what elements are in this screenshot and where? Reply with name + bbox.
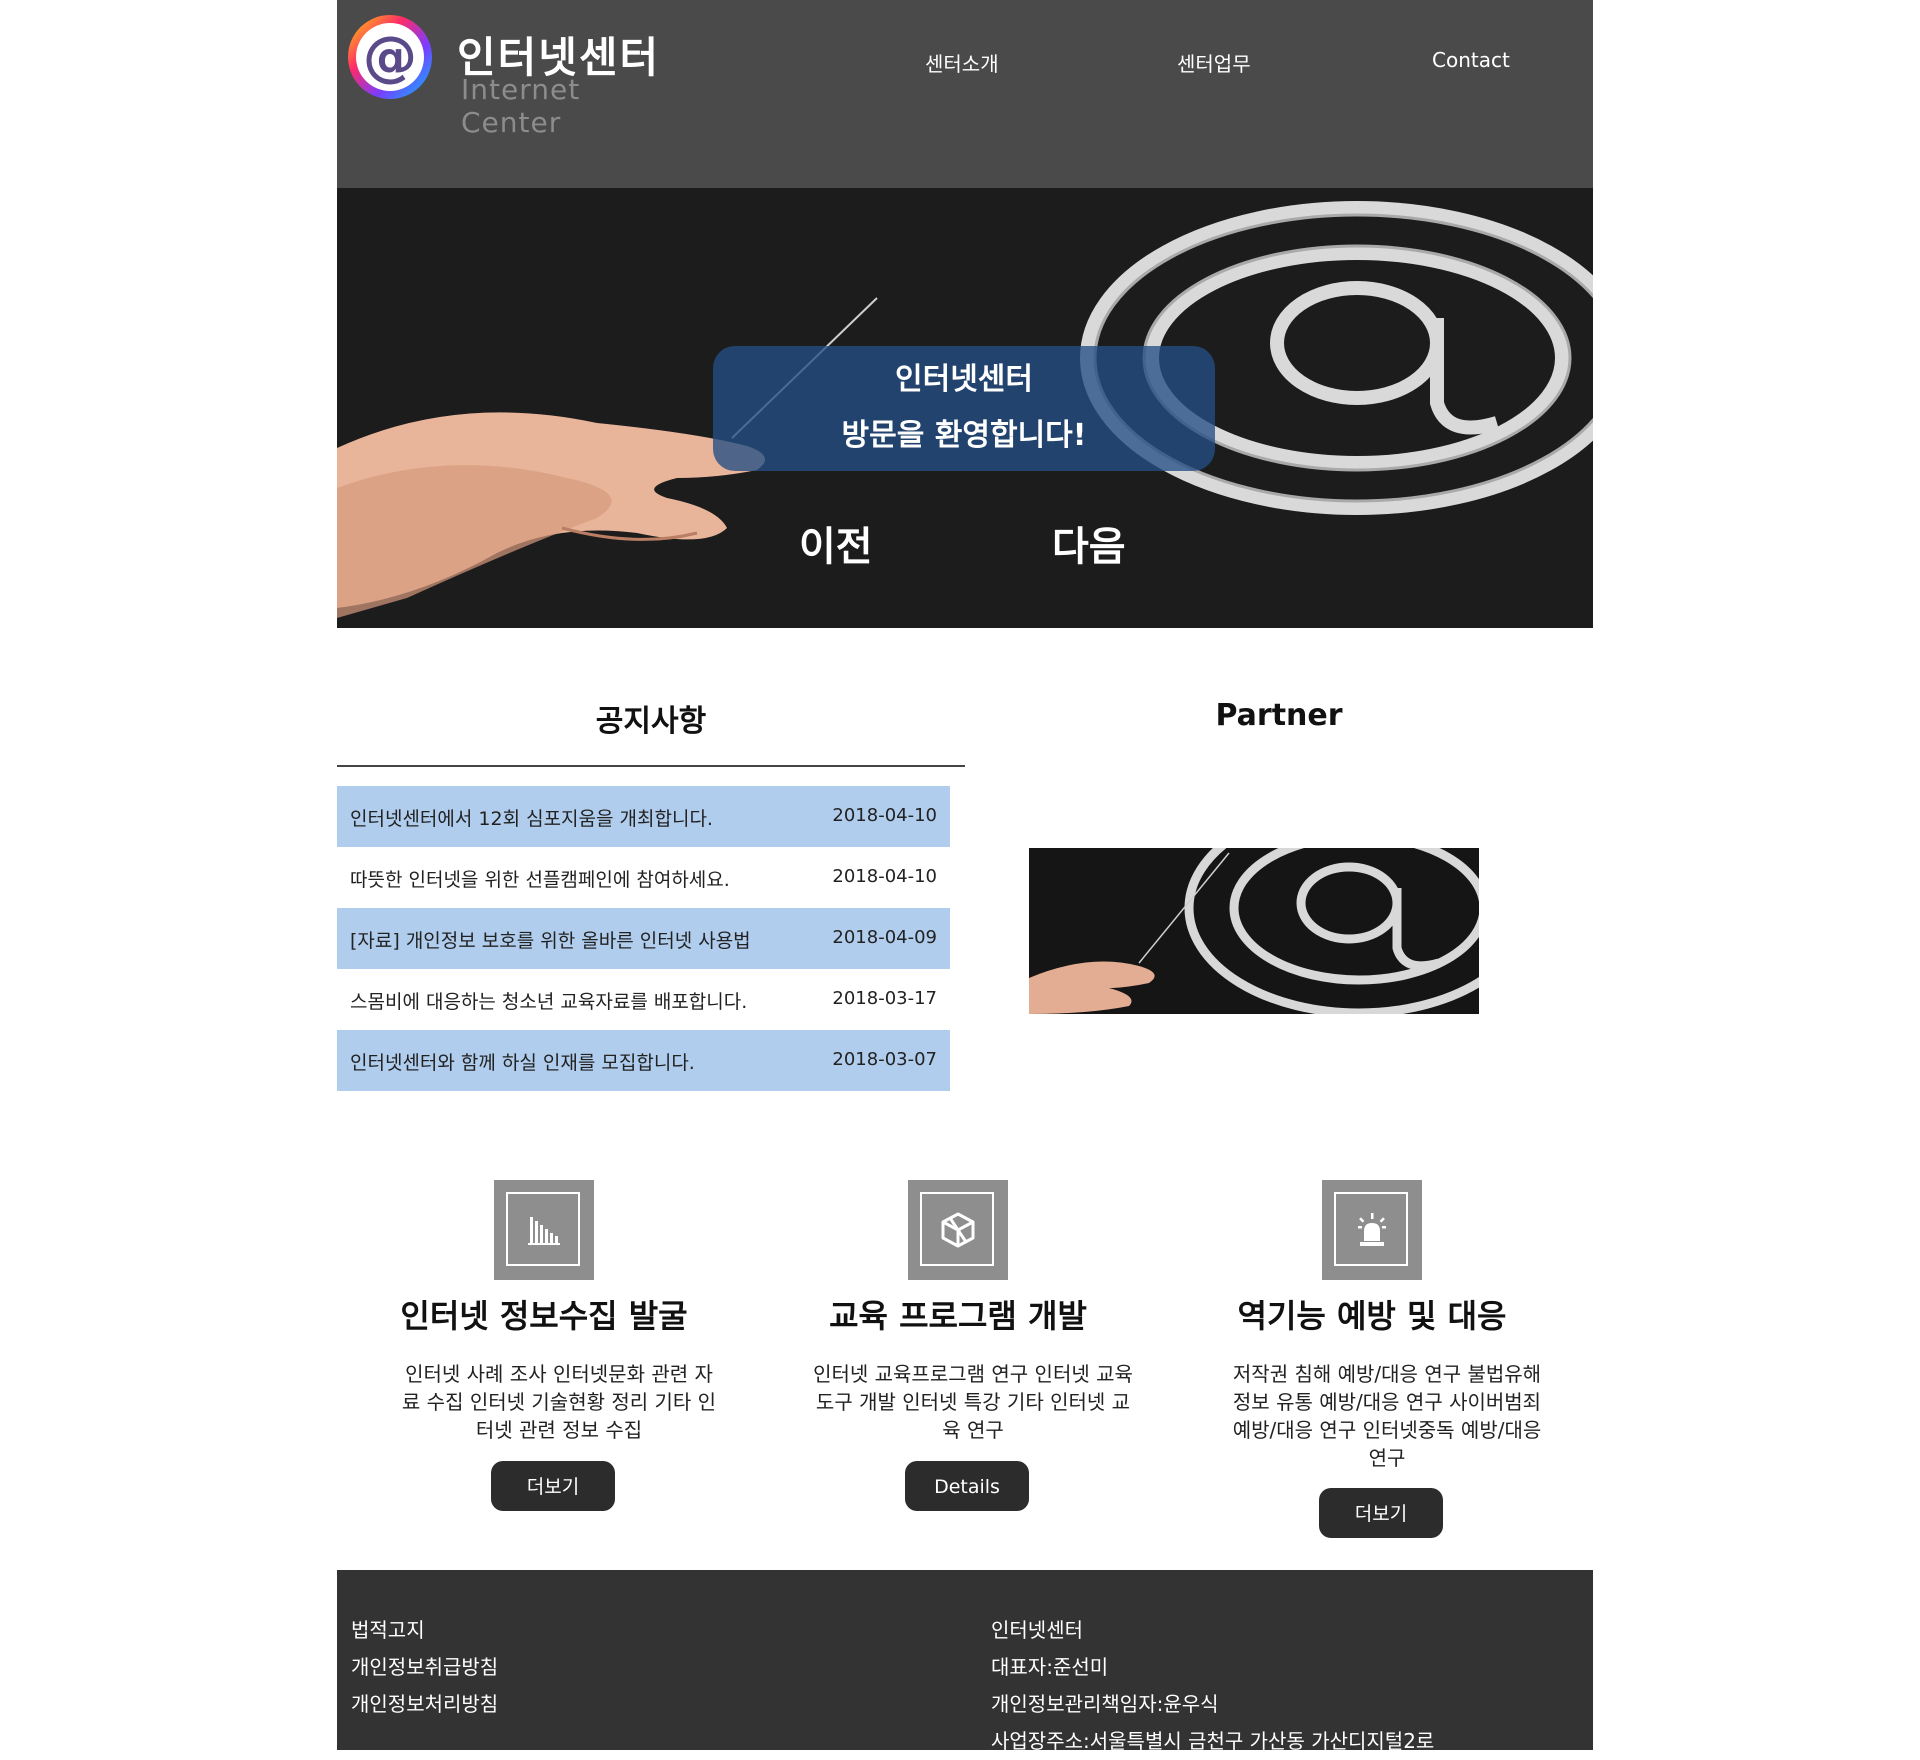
feature-title: 인터넷 정보수집 발굴 bbox=[400, 1297, 688, 1335]
nav-contact[interactable]: Contact bbox=[1432, 48, 1510, 72]
notice-list: 인터넷센터에서 12회 심포지움을 개최합니다. 2018-04-10 따뜻한 … bbox=[337, 786, 950, 1091]
notice-item[interactable]: 스몸비에 대응하는 청소년 교육자료를 배포합니다. 2018-03-17 bbox=[337, 969, 950, 1030]
partner-image[interactable] bbox=[1029, 848, 1479, 1014]
feature-description: 인터넷 교육프로그램 연구 인터넷 교육도구 개발 인터넷 특강 기타 인터넷 … bbox=[813, 1362, 1133, 1442]
notice-item-title: [자료] 개인정보 보호를 위한 올바른 인터넷 사용법 bbox=[350, 930, 751, 952]
notice-item-date: 2018-04-09 bbox=[832, 927, 937, 948]
notice-item[interactable]: [자료] 개인정보 보호를 위한 올바른 인터넷 사용법 2018-04-09 bbox=[337, 908, 950, 969]
hero-next-button[interactable]: 다음 bbox=[1052, 514, 1126, 572]
hero-subtitle: 방문을 환영합니다! bbox=[841, 418, 1087, 453]
notice-divider bbox=[337, 765, 965, 767]
footer-address: 사업장주소:서울특별시 금천구 가산동 가산디지털2로 bbox=[991, 1729, 1435, 1753]
site-footer: 법적고지 개인정보취급방침 개인정보처리방침 인터넷센터 대표자:준선미 개인정… bbox=[337, 1570, 1593, 1753]
footer-link-legal[interactable]: 법적고지 bbox=[351, 1612, 498, 1649]
footer-link-privacy-handling[interactable]: 개인정보취급방침 bbox=[351, 1649, 498, 1686]
partner-heading: Partner bbox=[1215, 698, 1343, 733]
notice-item-date: 2018-03-07 bbox=[832, 1049, 937, 1070]
hero-slider: 인터넷센터 방문을 환영합니다! 이전 다음 bbox=[337, 188, 1593, 628]
bar-chart-icon bbox=[528, 1217, 560, 1245]
svg-text:@: @ bbox=[363, 25, 417, 88]
at-sign-logo-icon: @ bbox=[348, 15, 432, 99]
hero-prev-button[interactable]: 이전 bbox=[799, 514, 873, 572]
more-button[interactable]: 더보기 bbox=[1319, 1488, 1443, 1538]
alarm-light-icon bbox=[1358, 1213, 1386, 1246]
notice-item-date: 2018-04-10 bbox=[832, 866, 937, 887]
footer-privacy-officer: 개인정보관리책임자:윤우식 bbox=[991, 1692, 1219, 1716]
feature-description: 저작권 침해 예방/대응 연구 불법유해정보 유통 예방/대응 연구 사이버범죄… bbox=[1232, 1362, 1542, 1470]
notice-item-title: 따뜻한 인터넷을 위한 선플캠페인에 참여하세요. bbox=[350, 869, 730, 891]
feature-title: 역기능 예방 및 대응 bbox=[1237, 1297, 1507, 1335]
notice-item[interactable]: 인터넷센터와 함께 하실 인재를 모집합니다. 2018-03-07 bbox=[337, 1030, 950, 1091]
notice-item[interactable]: 인터넷센터에서 12회 심포지움을 개최합니다. 2018-04-10 bbox=[337, 786, 950, 847]
nav-center-work[interactable]: 센터업무 bbox=[1177, 48, 1251, 77]
notice-item-title: 스몸비에 대응하는 청소년 교육자료를 배포합니다. bbox=[350, 991, 748, 1013]
nav-center-intro[interactable]: 센터소개 bbox=[925, 48, 999, 77]
notice-item-title: 인터넷센터에서 12회 심포지움을 개최합니다. bbox=[350, 808, 713, 830]
footer-info: 인터넷센터 대표자:준선미 개인정보관리책임자:윤우식 사업장주소:서울특별시 … bbox=[991, 1612, 1434, 1760]
hero-welcome-box: 인터넷센터 방문을 환영합니다! bbox=[713, 346, 1215, 471]
feature-icon-box bbox=[494, 1180, 594, 1280]
notice-item-title: 인터넷센터와 함께 하실 인재를 모집합니다. bbox=[350, 1052, 695, 1074]
logo-subtitle: Internet Center bbox=[461, 73, 581, 139]
more-button[interactable]: 더보기 bbox=[491, 1461, 615, 1511]
notice-item[interactable]: 따뜻한 인터넷을 위한 선플캠페인에 참여하세요. 2018-04-10 bbox=[337, 847, 950, 908]
notice-heading: 공지사항 bbox=[595, 704, 707, 739]
feature-title: 교육 프로그램 개발 bbox=[829, 1297, 1087, 1335]
site-header: @ 인터넷센터 Internet Center 센터소개 센터업무 Contac… bbox=[337, 0, 1593, 188]
page-wrapper: @ 인터넷센터 Internet Center 센터소개 센터업무 Contac… bbox=[337, 0, 1593, 1753]
footer-links: 법적고지 개인정보취급방침 개인정보처리방침 bbox=[351, 1612, 498, 1723]
site-logo[interactable]: @ 인터넷센터 Internet Center bbox=[346, 10, 666, 139]
cube-icon bbox=[941, 1212, 975, 1248]
feature-icon-box bbox=[1322, 1180, 1422, 1280]
footer-link-privacy-processing[interactable]: 개인정보처리방침 bbox=[351, 1686, 498, 1723]
notice-item-date: 2018-03-17 bbox=[832, 988, 937, 1009]
notice-item-date: 2018-04-10 bbox=[832, 805, 937, 826]
feature-description: 인터넷 사례 조사 인터넷문화 관련 자료 수집 인터넷 기술현황 정리 기타 … bbox=[401, 1362, 717, 1442]
footer-org-name: 인터넷센터 bbox=[991, 1618, 1083, 1642]
hero-title: 인터넷센터 bbox=[895, 362, 1033, 397]
partner-at-image bbox=[1029, 848, 1479, 1014]
footer-representative: 대표자:준선미 bbox=[991, 1655, 1109, 1679]
details-button[interactable]: Details bbox=[905, 1461, 1029, 1511]
feature-icon-box bbox=[908, 1180, 1008, 1280]
